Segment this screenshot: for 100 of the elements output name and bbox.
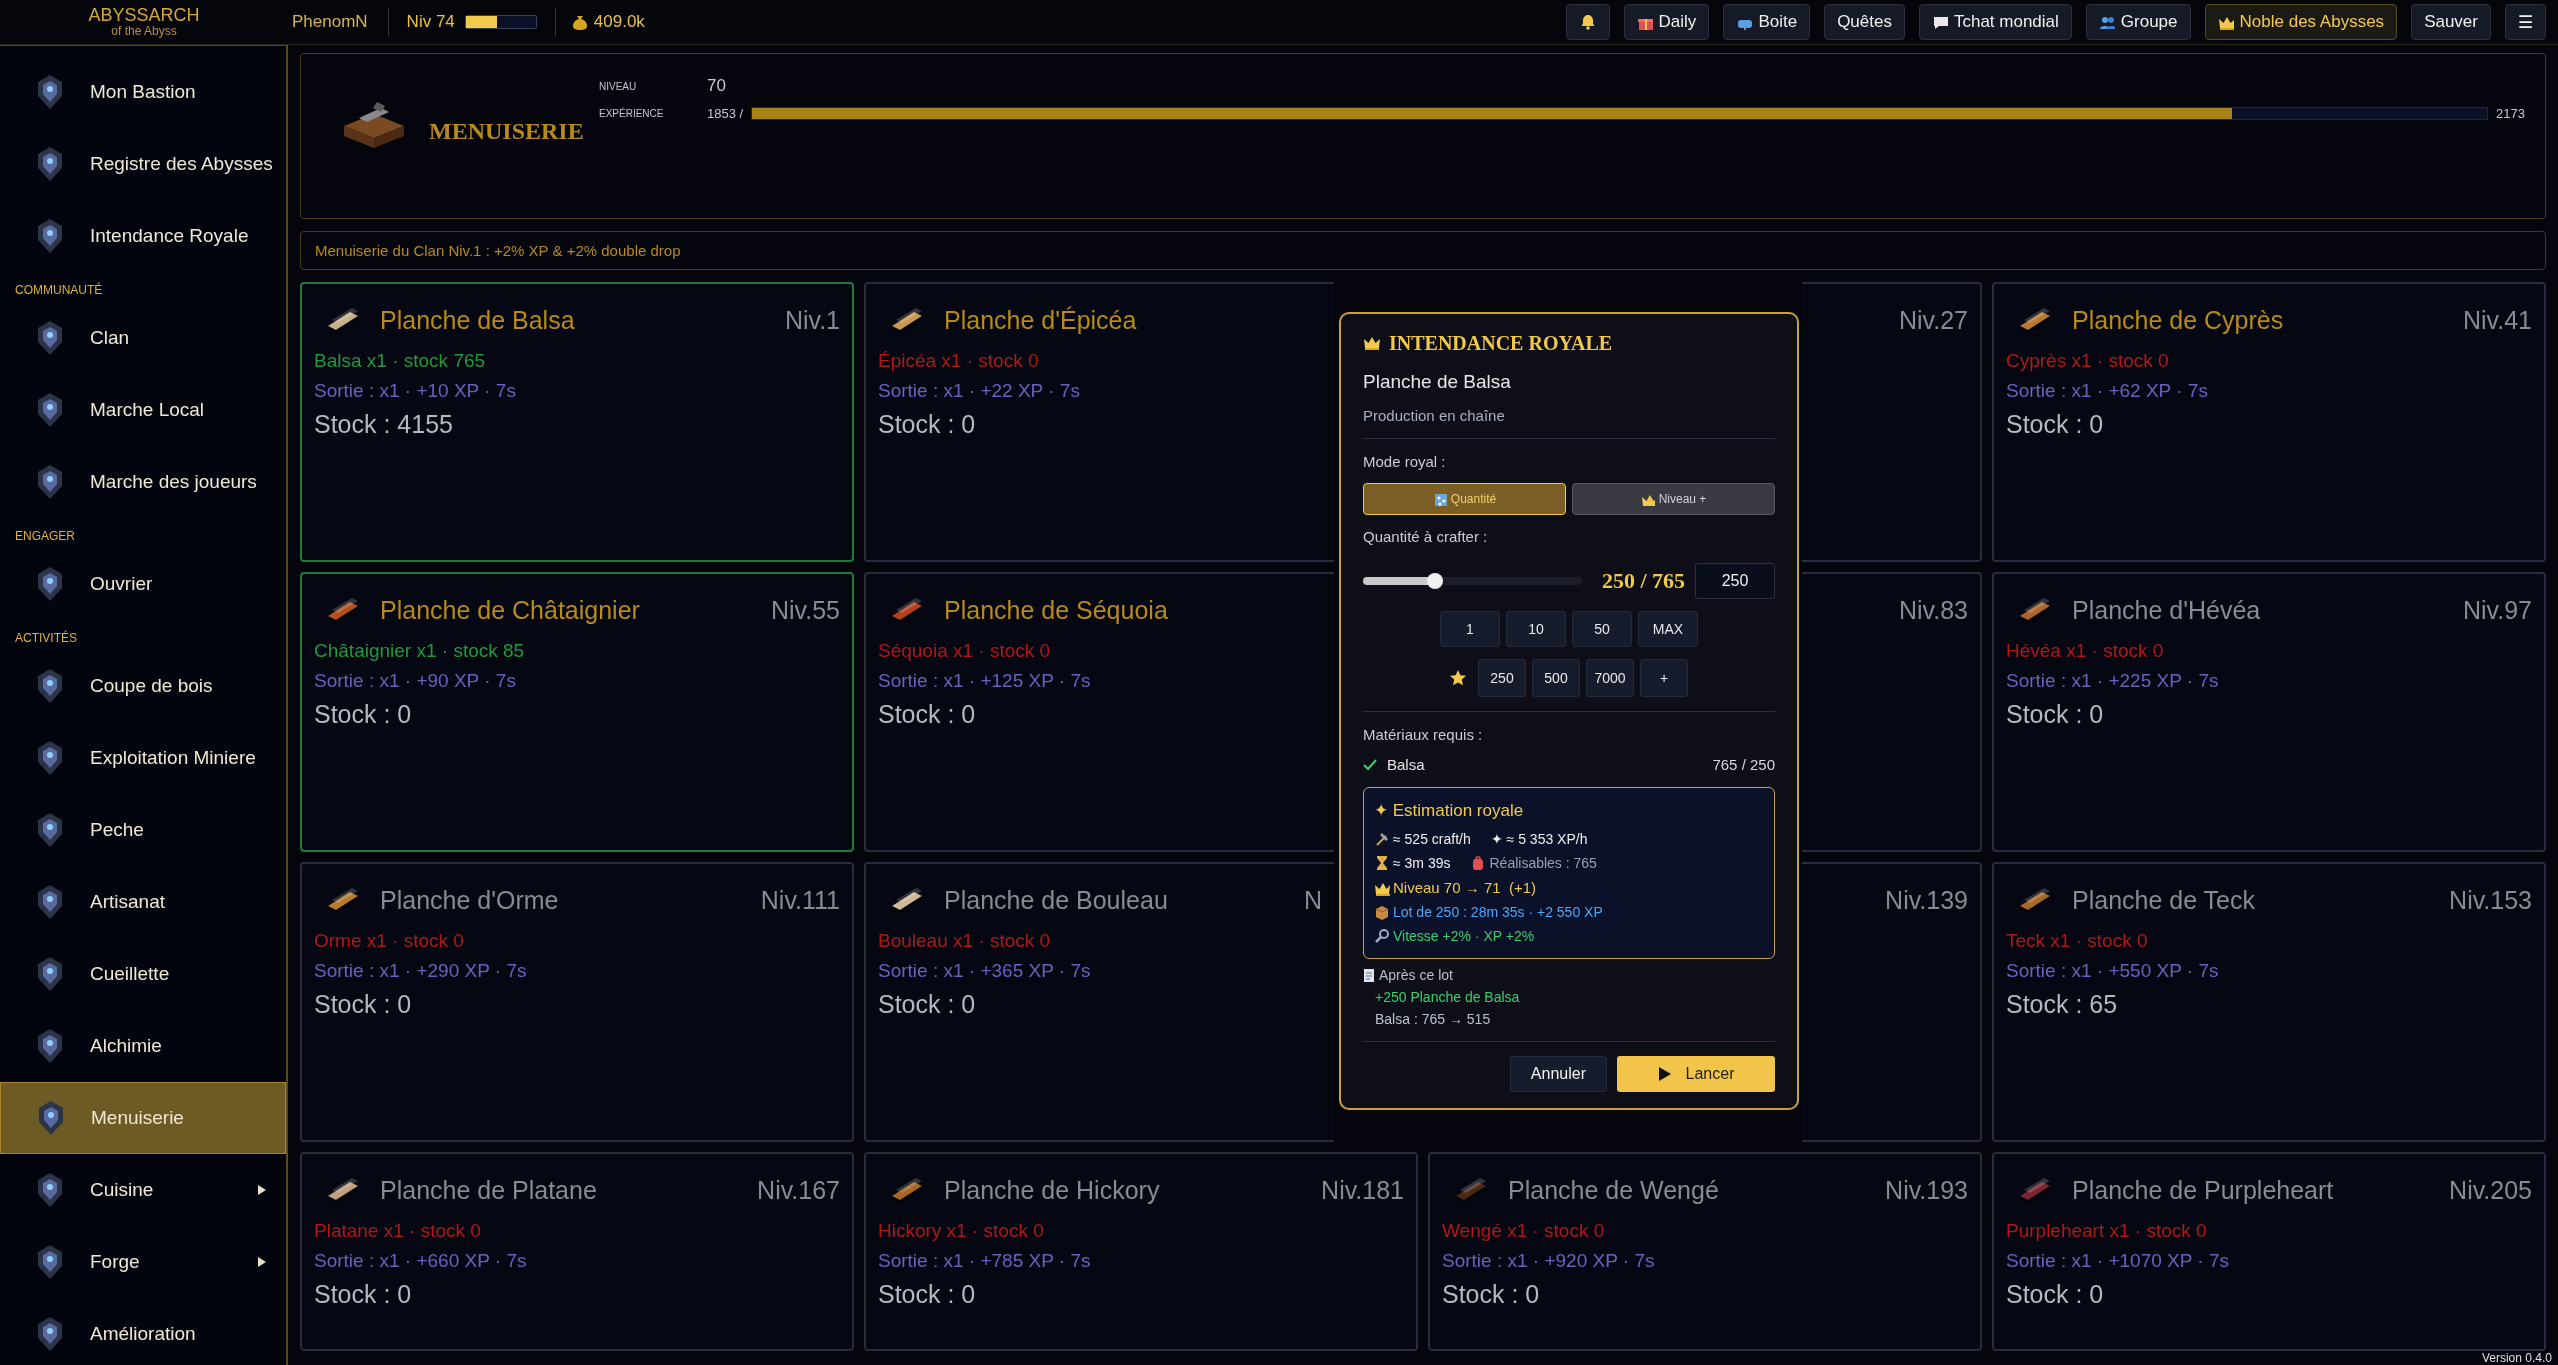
notification-button[interactable] — [1565, 4, 1610, 40]
sidebar-item[interactable]: Clan — [0, 302, 286, 374]
nav-button[interactable]: Sauver — [2411, 4, 2491, 40]
recipe-card[interactable]: Planche de Platane Niv.167 Platane x1 · stock 0 Sortie : x1 · +660 XP · 7s Stock : 0 — [300, 1152, 854, 1351]
star-icon — [1450, 670, 1466, 686]
favorite-button[interactable]: 7000 — [1586, 659, 1634, 697]
stock-text: Stock : 4155 — [314, 410, 454, 439]
preset-button[interactable]: 50 — [1572, 611, 1632, 647]
nav-button[interactable]: Daily — [1623, 4, 1710, 40]
material-text: Teck x1 · stock 0 — [2006, 930, 2149, 952]
preset-button[interactable]: 10 — [1506, 611, 1566, 647]
material-text: Épicéa x1 · stock 0 — [878, 350, 1040, 372]
recipe-card[interactable]: Planche d'Épicéa Épicéa x1 · stock 0 Sortie : x1 · +22 XP · 7s Stock : 0 — [864, 282, 1334, 562]
recipe-title: Planche de Châtaignier — [380, 595, 641, 625]
recipe-title: Planche d'Épicéa — [944, 305, 1138, 335]
output-text: Sortie : x1 · +290 XP · 7s — [314, 960, 528, 982]
sidebar-item[interactable]: Ouvrier — [0, 548, 286, 620]
preset-button[interactable]: 1 — [1440, 611, 1500, 647]
coin-bag-icon — [571, 13, 588, 31]
level-requirement: Niv.181 — [1321, 1175, 1404, 1205]
quantity-input[interactable]: 250 — [1695, 563, 1775, 599]
level-requirement: Niv.1 — [784, 305, 840, 335]
recipe-card[interactable]: Planche de Bouleau N Bouleau x1 · stock 0 Sortie : x1 · +365 XP · 7s Stock : 0 — [864, 862, 1334, 1142]
recipe-card[interactable]: Planche de Teck Niv.153 Teck x1 · stock 0 Sortie : x1 · +550 XP · 7s Stock : 65 — [1992, 862, 2546, 1142]
sidebar-item[interactable]: Cuisine — [0, 1154, 286, 1226]
level-requirement: Niv.167 — [757, 1175, 840, 1205]
nav-button[interactable]: Boite — [1723, 4, 1811, 40]
level-gain: Niveau 70 → 71 (+1) — [1393, 879, 1536, 896]
recipe-card[interactable]: Planche de Balsa Niv.1 Balsa x1 · stock 765 Sortie : x1 · +10 XP · 7s Stock : 4155 — [300, 282, 854, 562]
subtitle: Production en chaîne — [1363, 407, 1506, 424]
level-label: NIVEAU — [599, 80, 638, 92]
stock-text: Stock : 0 — [1442, 1280, 1541, 1309]
sidebar-item[interactable]: Menuiserie — [0, 1082, 286, 1154]
sidebar-item[interactable]: Registre des Abysses — [0, 128, 286, 200]
recipe-card[interactable]: Niv.83 — [1802, 572, 1982, 852]
recipe-card[interactable]: Niv.139 — [1802, 862, 1982, 1142]
favorite-button[interactable]: 500 — [1532, 659, 1580, 697]
stock-text: Stock : 0 — [314, 700, 413, 729]
feasible-count: Réalisables : 765 — [1489, 855, 1597, 871]
stock-text: Stock : 0 — [878, 700, 977, 729]
quantity-label: Quantité à crafter : — [1363, 528, 1489, 545]
sidebar-item[interactable]: Marche Local — [0, 374, 286, 446]
recipe-card[interactable]: Niv.27 — [1802, 282, 1982, 562]
player-level: Niv 74 — [406, 12, 455, 32]
hammer-pick-icon — [1374, 831, 1390, 847]
level-requirement: Niv.205 — [2449, 1175, 2532, 1205]
recipe-card[interactable]: Planche de Hickory Niv.181 Hickory x1 · stock 0 Sortie : x1 · +785 XP · 7s Stock : 0 — [864, 1152, 1418, 1351]
recipe-card[interactable]: Planche de Séquoia Séquoia x1 · stock 0 Sortie : x1 · +125 XP · 7s Stock : 0 — [864, 572, 1334, 852]
preset-button[interactable]: MAX — [1638, 611, 1698, 647]
material-text: Hévéa x1 · stock 0 — [2006, 640, 2165, 662]
recipe-card[interactable]: Planche de Cyprès Niv.41 Cyprès x1 · stock 0 Sortie : x1 · +62 XP · 7s Stock : 0 — [1992, 282, 2546, 562]
player-name: PhenomN — [291, 12, 369, 32]
recipe-title: Planche de Séquoia — [944, 595, 1169, 625]
sidebar-item[interactable]: Alchimie — [0, 1010, 286, 1082]
sidebar-item[interactable]: Coupe de bois — [0, 650, 286, 722]
recipe-card[interactable]: Planche d'Orme Niv.111 Orme x1 · stock 0 Sortie : x1 · +290 XP · 7s Stock : 0 — [300, 862, 854, 1142]
sidebar-item[interactable]: Peche — [0, 794, 286, 866]
output-text: Sortie : x1 · +920 XP · 7s — [1442, 1250, 1656, 1272]
nav-button[interactable]: Tchat mondial — [1918, 4, 2072, 40]
launch-button[interactable]: Lancer — [1617, 1056, 1775, 1092]
output-text: Sortie : x1 · +90 XP · 7s — [314, 670, 517, 692]
logo-title: ABYSSARCH — [88, 6, 200, 26]
xp-value: 1853 / — [707, 106, 744, 121]
output-text: Sortie : x1 · +365 XP · 7s — [878, 960, 1092, 982]
after-label: Après ce lot — [1379, 967, 1453, 983]
favorite-button[interactable]: 250 — [1478, 659, 1526, 697]
output-text: Sortie : x1 · +22 XP · 7s — [878, 380, 1081, 402]
sidebar-item[interactable]: Artisanat — [0, 866, 286, 938]
sidebar-item[interactable]: Cueillette — [0, 938, 286, 1010]
nav-button[interactable]: Noble des Abysses — [2204, 4, 2398, 40]
favorite-button[interactable]: + — [1640, 659, 1688, 697]
cancel-button[interactable]: Annuler — [1509, 1056, 1607, 1092]
sidebar-item[interactable]: Forge — [0, 1226, 286, 1298]
mode-tab[interactable]: Quantité — [1363, 483, 1566, 515]
nav-button[interactable]: Quêtes — [1824, 4, 1905, 40]
mode-tab[interactable]: Niveau + — [1572, 483, 1775, 515]
material-text: Orme x1 · stock 0 — [314, 930, 465, 952]
output-text: Sortie : x1 · +660 XP · 7s — [314, 1250, 528, 1272]
level-requirement: Niv.83 — [1899, 595, 1968, 625]
nav-button[interactable]: Groupe — [2085, 4, 2191, 40]
crafts-per-hour: ≈ 525 craft/h — [1393, 831, 1471, 847]
material-text: Wengé x1 · stock 0 — [1442, 1220, 1606, 1242]
sidebar-item[interactable]: Mon Bastion — [0, 56, 286, 128]
bonus-summary: Vitesse +2% · XP +2% — [1393, 928, 1535, 944]
recipe-card[interactable]: Planche d'Hévéa Niv.97 Hévéa x1 · stock 0 Sortie : x1 · +225 XP · 7s Stock : 0 — [1992, 572, 2546, 852]
recipe-card[interactable]: Planche de Wengé Niv.193 Wengé x1 · stock 0 Sortie : x1 · +920 XP · 7s Stock : 0 — [1428, 1152, 1982, 1351]
recipe-title: Planche de Hickory — [944, 1175, 1161, 1205]
material-text: Bouleau x1 · stock 0 — [878, 930, 1052, 952]
output-text: Sortie : x1 · +785 XP · 7s — [878, 1250, 1092, 1272]
output-text: Sortie : x1 · +550 XP · 7s — [2006, 960, 2220, 982]
dialog-title: INTENDANCE ROYALE — [1389, 332, 1613, 355]
nav-button[interactable]: ☰ — [2505, 4, 2546, 40]
skill-title: MENUISERIE — [429, 118, 585, 145]
sidebar-item[interactable]: Amélioration — [0, 1298, 286, 1365]
sidebar-item[interactable]: Intendance Royale — [0, 200, 286, 272]
currency-amount: 409.0k — [593, 12, 645, 32]
sidebar-item[interactable]: Marche des joueurs — [0, 446, 286, 518]
recipe-card[interactable]: Planche de Châtaignier Niv.55 Châtaignier x1 · stock 85 Sortie : x1 · +90 XP · 7s Stock : 0 — [300, 572, 854, 852]
recipe-card[interactable]: Planche de Purpleheart Niv.205 Purpleheart x1 · stock 0 Sortie : x1 · +1070 XP · 7s Stock : 0 — [1992, 1152, 2546, 1351]
sidebar-item[interactable]: Exploitation Miniere — [0, 722, 286, 794]
